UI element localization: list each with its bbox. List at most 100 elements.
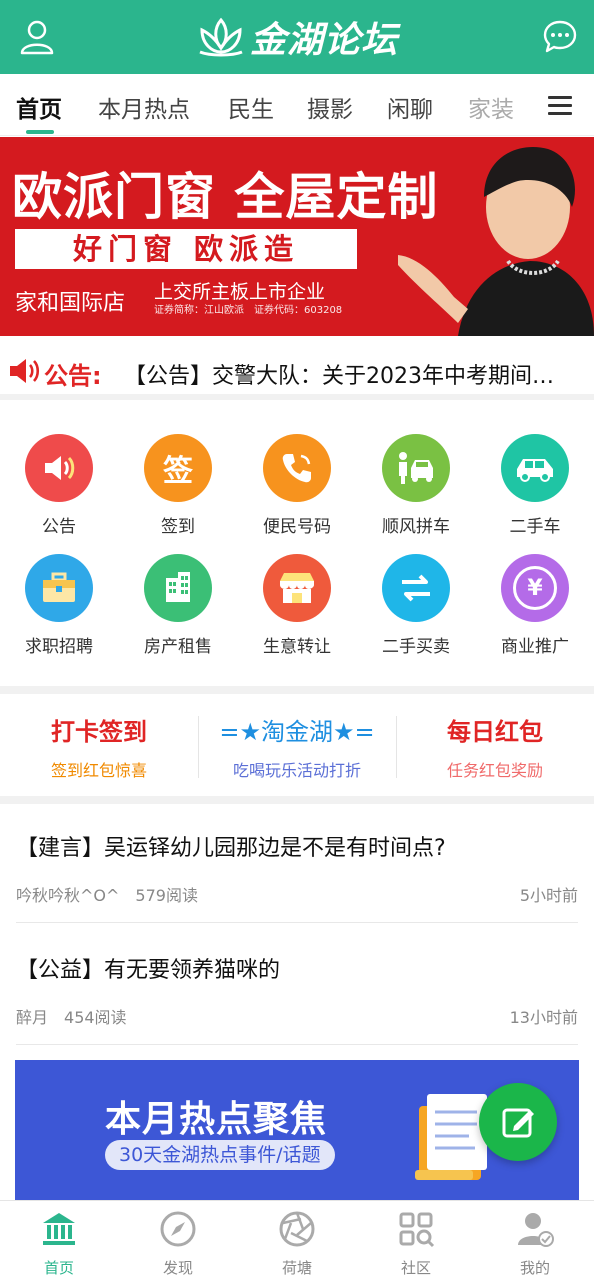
post-title: 【建言】吴运铎幼儿园那边是不是有时间点? (16, 836, 446, 861)
grid-item-business-transfer[interactable]: 生意转让 (238, 554, 356, 657)
aperture-icon (279, 1211, 315, 1247)
promo-taojinhu[interactable]: =★淘金湖★= 吃喝玩乐活动打折 (198, 712, 396, 781)
banner-listed: 上交所主板上市企业 (154, 281, 326, 303)
tab-active-indicator (26, 130, 54, 134)
nav-pond[interactable]: 荷塘 (238, 1209, 356, 1278)
nav-community[interactable]: 社区 (357, 1209, 475, 1278)
tab-monthly-hot[interactable]: 本月热点 (98, 90, 190, 124)
app-root: 金湖论坛 首页 本月热点 民生 摄影 闲聊 家装 欧派门窗 全屋定制 好门窗 欧… (0, 0, 594, 1280)
post-meta: 吟秋吟秋^O^ 579阅读 5小时前 (16, 882, 578, 905)
tab-home-decor[interactable]: 家装 (468, 90, 514, 124)
banner-stock-code: 证券简称：江山欧派 证券代码：603208 (154, 305, 343, 316)
banner-slogan: 好门窗 欧派造 (15, 229, 357, 269)
lotus-logo-icon (199, 17, 243, 57)
promo-checkin[interactable]: 打卡签到 签到红包惊喜 (0, 712, 198, 781)
section-divider (0, 796, 594, 804)
post-meta: 醉月 454阅读 13小时前 (16, 1004, 578, 1027)
grid-item-real-estate[interactable]: 房产租售 (119, 554, 237, 657)
shop-icon (263, 554, 331, 622)
grid-item-used-car[interactable]: 二手车 (476, 434, 594, 537)
grid-item-promotion[interactable]: ¥ 商业推广 (476, 554, 594, 657)
chat-icon[interactable] (542, 18, 578, 54)
grid-item-label: 签到 (161, 517, 195, 537)
post-author: 醉月 (16, 1008, 49, 1027)
phone-icon (263, 434, 331, 502)
service-grid: 公告 签 签到 便民号码 顺风拼车 二手车 求职招聘 房产租售 生意转让 二手买… (0, 406, 594, 686)
sign-in-glyph: 签 (163, 454, 193, 489)
grid-item-carpool[interactable]: 顺风拼车 (357, 434, 475, 537)
building-icon (144, 554, 212, 622)
grid-item-label: 二手车 (509, 517, 561, 537)
promo-subtitle: 吃喝玩乐活动打折 (232, 761, 361, 780)
grid-search-icon (399, 1212, 435, 1248)
grid-item-jobs[interactable]: 求职招聘 (0, 554, 118, 657)
post-item[interactable]: 【公益】有无要领养猫咪的 醉月 454阅读 13小时前 (16, 952, 578, 1027)
app-logo: 金湖论坛 (196, 6, 398, 68)
megaphone-icon (25, 434, 93, 502)
post-divider (16, 922, 578, 923)
nav-label: 社区 (400, 1259, 431, 1277)
nav-label: 发现 (162, 1259, 193, 1277)
profile-icon (518, 1213, 554, 1247)
post-views: 454阅读 (64, 1008, 127, 1027)
bottom-nav: 首页 发现 荷塘 社区 我的 (0, 1200, 594, 1280)
promo-subtitle: 签到红包惊喜 (50, 761, 147, 780)
notice-bar[interactable]: 公告: 【公告】交警大队：关于2023年中考期间… (0, 342, 594, 400)
grid-item-label: 商业推广 (501, 637, 569, 657)
logo-text: 金湖论坛 (250, 20, 399, 61)
nav-label: 我的 (519, 1259, 550, 1277)
nav-label: 首页 (43, 1259, 74, 1277)
nav-home[interactable]: 首页 (0, 1209, 118, 1278)
grid-item-second-hand[interactable]: 二手买卖 (357, 554, 475, 657)
post-time: 13小时前 (509, 1008, 578, 1027)
compose-post-button[interactable] (479, 1083, 557, 1161)
tab-livelihood[interactable]: 民生 (228, 90, 274, 124)
banner-store: 家和国际店 (15, 291, 126, 316)
post-time: 5小时前 (519, 886, 578, 905)
grid-item-phone[interactable]: 便民号码 (238, 434, 356, 537)
nav-label: 荷塘 (281, 1259, 312, 1277)
grid-item-notice[interactable]: 公告 (0, 434, 118, 537)
grid-item-label: 房产租售 (144, 637, 212, 657)
edit-icon (502, 1108, 534, 1138)
briefcase-icon (25, 554, 93, 622)
menu-icon[interactable] (548, 96, 572, 116)
post-views: 579阅读 (135, 886, 198, 905)
grid-item-label: 顺风拼车 (382, 517, 450, 537)
sign-in-icon: 签 (144, 434, 212, 502)
spokesperson-image (398, 147, 594, 336)
promo-daily-redpacket[interactable]: 每日红包 任务红包奖励 (396, 712, 594, 781)
promo-subtitle: 任务红包奖励 (446, 761, 543, 780)
tab-chat[interactable]: 闲聊 (387, 90, 433, 124)
swap-icon (382, 554, 450, 622)
post-author: 吟秋吟秋^O^ (16, 886, 120, 905)
nav-me[interactable]: 我的 (476, 1209, 594, 1278)
post-divider (16, 1044, 578, 1045)
hot-banner-subtitle: 30天金湖热点事件/话题 (105, 1140, 335, 1170)
post-item[interactable]: 【建言】吴运铎幼儿园那边是不是有时间点? 吟秋吟秋^O^ 579阅读 5小时前 (16, 830, 578, 905)
speaker-icon (10, 359, 40, 383)
grid-item-label: 二手买卖 (382, 637, 450, 657)
post-title: 【公益】有无要领养猫咪的 (16, 958, 281, 983)
section-divider (0, 686, 594, 694)
grid-item-sign-in[interactable]: 签 签到 (119, 434, 237, 537)
promo-title: 打卡签到 (51, 718, 147, 746)
compass-icon (160, 1211, 196, 1247)
tab-home[interactable]: 首页 (16, 90, 62, 124)
tab-photography[interactable]: 摄影 (307, 90, 353, 124)
promo-row: 打卡签到 签到红包惊喜 =★淘金湖★= 吃喝玩乐活动打折 每日红包 任务红包奖励 (0, 694, 594, 796)
grid-item-label: 生意转让 (263, 637, 331, 657)
notice-text[interactable]: 【公告】交警大队：关于2023年中考期间… (124, 358, 574, 390)
ad-banner[interactable]: 欧派门窗 全屋定制 好门窗 欧派造 家和国际店 上交所主板上市企业 证券简称：江… (0, 137, 594, 336)
grid-item-label: 求职招聘 (25, 637, 93, 657)
grid-item-label: 便民号码 (263, 517, 331, 537)
user-icon[interactable] (18, 18, 56, 56)
yen-icon: ¥ (501, 554, 569, 622)
nav-discover[interactable]: 发现 (119, 1209, 237, 1278)
car-icon (501, 434, 569, 502)
promo-title: =★淘金湖★= (219, 718, 375, 746)
bank-icon (43, 1213, 75, 1245)
promo-title: 每日红包 (447, 718, 543, 746)
grid-item-label: 公告 (42, 517, 76, 537)
carpool-icon (382, 434, 450, 502)
